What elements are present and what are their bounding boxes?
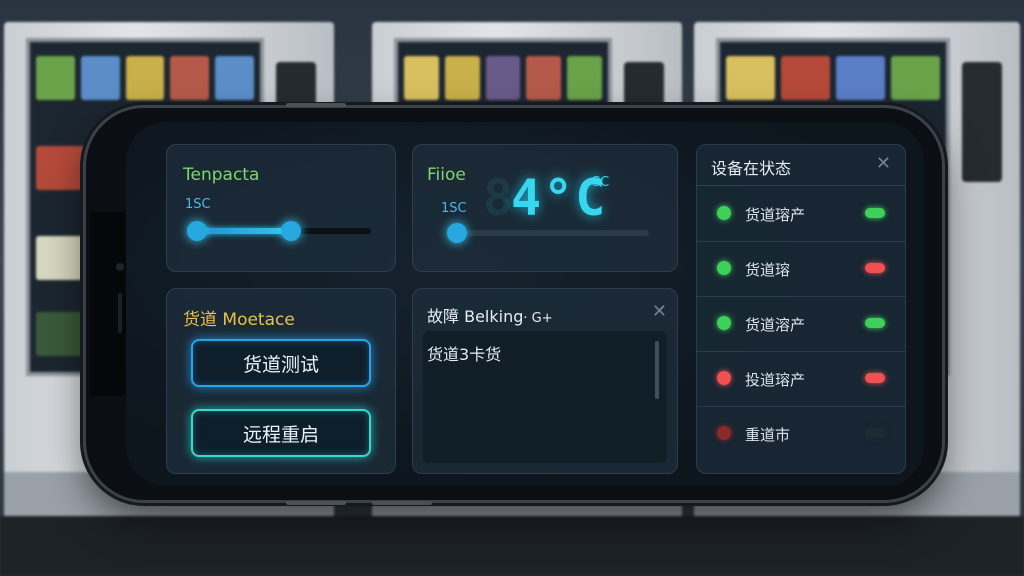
status-close-icon[interactable]: ✕ [876, 153, 891, 174]
temperature-slider-knob[interactable] [281, 221, 301, 241]
status-row[interactable]: 货道瑢产 [697, 187, 905, 242]
speaker-grille [118, 293, 122, 333]
phone-device: Tenpacta 1SC Fiioe 8 4°C CC 1SC 货道 Moeta… [86, 103, 942, 505]
display-slider-track[interactable] [457, 230, 649, 236]
fault-scrollbar[interactable] [655, 341, 659, 399]
phone-screen: Tenpacta 1SC Fiioe 8 4°C CC 1SC 货道 Moeta… [126, 122, 924, 486]
status-panel-title: 设备在状态 [711, 159, 792, 178]
temperature-display-panel: Fiioe 8 4°C CC 1SC [412, 144, 678, 272]
status-dot [717, 426, 731, 440]
status-indicator-pill [865, 428, 885, 438]
status-label: 货道溶产 [745, 316, 806, 334]
status-indicator-pill [865, 318, 885, 328]
device-status-panel: 设备在状态 ✕ 货道瑢产货道瑢货道溶产投道瑢产重道市 [696, 144, 906, 474]
temperature-panel: Tenpacta 1SC [166, 144, 396, 272]
fault-panel: 故障 Belking· G+ ✕ 货道3卡货 [412, 288, 678, 474]
status-label: 重道市 [745, 426, 791, 444]
status-indicator-pill [865, 373, 885, 383]
display-panel-title: Fiioe [427, 165, 466, 185]
fault-panel-title: 故障 Belking [427, 307, 524, 326]
fault-close-icon[interactable]: ✕ [652, 301, 667, 322]
channel-panel-title: 货道 Moetace [183, 310, 295, 330]
temperature-panel-title: Tenpacta [183, 165, 260, 185]
status-indicator-pill [865, 263, 885, 273]
status-label: 投道瑢产 [745, 371, 806, 389]
fault-message: 货道3卡货 [427, 345, 502, 364]
status-dot [717, 261, 731, 275]
status-label: 货道瑢产 [745, 206, 806, 224]
fault-message-area: 货道3卡货 [423, 331, 667, 463]
display-slider-knob[interactable] [447, 223, 467, 243]
status-dot [717, 371, 731, 385]
display-value-label: 1SC [441, 201, 467, 216]
temperature-value-label: 1SC [185, 197, 211, 212]
status-row[interactable]: 重道市 [697, 407, 905, 461]
channel-test-button[interactable]: 货道测试 [191, 339, 371, 387]
status-dot [717, 316, 731, 330]
status-dot [717, 206, 731, 220]
channel-panel: 货道 Moetace 货道测试 远程重启 [166, 288, 396, 474]
temperature-unit: CC [591, 175, 610, 190]
fault-panel-title-suffix: · G+ [523, 311, 553, 326]
status-label: 货道瑢 [745, 261, 791, 279]
status-row[interactable]: 投道瑢产 [697, 352, 905, 407]
remote-restart-button[interactable]: 远程重启 [191, 409, 371, 457]
status-row[interactable]: 货道瑢 [697, 242, 905, 297]
status-row[interactable]: 货道溶产 [697, 297, 905, 352]
status-indicator-pill [865, 208, 885, 218]
temperature-slider-fill [197, 228, 291, 234]
temperature-slider-min-knob[interactable] [187, 221, 207, 241]
camera-icon [116, 263, 124, 271]
